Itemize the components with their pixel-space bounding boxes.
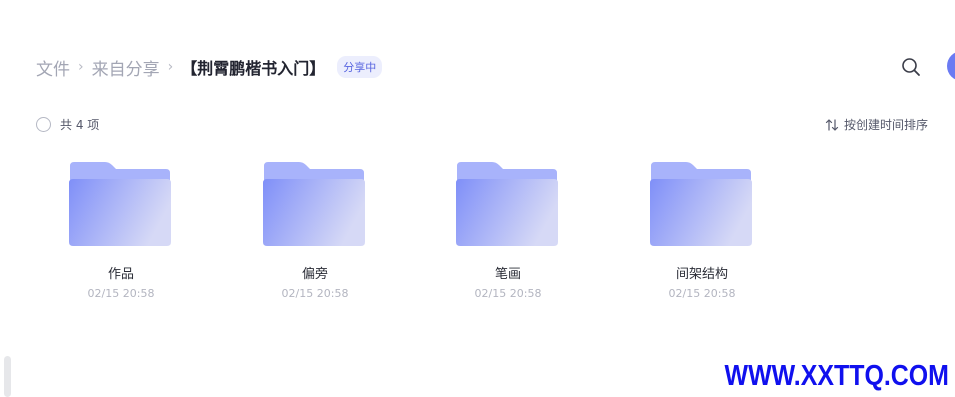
folder-icon — [456, 162, 558, 246]
page-title: 【荆霄鹏楷书入门】 — [181, 59, 326, 78]
sort-button[interactable]: 按创建时间排序 — [825, 116, 928, 133]
folder-icon — [650, 162, 752, 246]
breadcrumb-item-shared[interactable]: 来自分享 — [92, 55, 160, 80]
folder-name: 间架结构 — [675, 267, 728, 282]
folder-date: 02/15 20:58 — [474, 287, 542, 300]
breadcrumb: 文件 › 来自分享 › 【荆霄鹏楷书入门】 分享中 — [36, 52, 383, 82]
folder-date: 02/15 20:58 — [668, 287, 736, 300]
file-browser-page: 文件 › 来自分享 › 【荆霄鹏楷书入门】 分享中 共 4 项 按创建时间排序 — [0, 0, 955, 397]
folder-item[interactable]: 间架结构 02/15 20:58 — [627, 156, 777, 306]
select-all-row: 共 4 项 — [36, 116, 99, 133]
avatar[interactable] — [947, 51, 955, 81]
breadcrumb-separator: › — [78, 59, 84, 75]
folder-item[interactable]: 笔画 02/15 20:58 — [433, 156, 583, 306]
sort-icon — [825, 118, 839, 131]
folder-name: 笔画 — [494, 267, 521, 282]
select-all-checkbox[interactable] — [36, 117, 51, 132]
breadcrumb-item-files[interactable]: 文件 — [36, 55, 70, 80]
sort-label: 按创建时间排序 — [843, 118, 928, 132]
folder-date: 02/15 20:58 — [87, 287, 155, 300]
folder-item[interactable]: 偏旁 02/15 20:58 — [240, 156, 390, 306]
breadcrumb-separator: › — [167, 59, 174, 75]
status-badge: 分享中 — [337, 56, 383, 78]
folder-icon — [69, 162, 171, 246]
folder-icon — [263, 162, 365, 246]
search-icon[interactable] — [900, 56, 922, 78]
watermark: WWW.XXTTQ.COM — [724, 360, 949, 392]
folder-name: 偏旁 — [301, 267, 328, 282]
folder-date: 02/15 20:58 — [281, 287, 349, 300]
folder-name: 作品 — [107, 267, 134, 282]
folder-item[interactable]: 作品 02/15 20:58 — [46, 156, 196, 306]
scrollbar-handle[interactable] — [4, 356, 11, 397]
item-count: 共 4 项 — [60, 118, 100, 132]
